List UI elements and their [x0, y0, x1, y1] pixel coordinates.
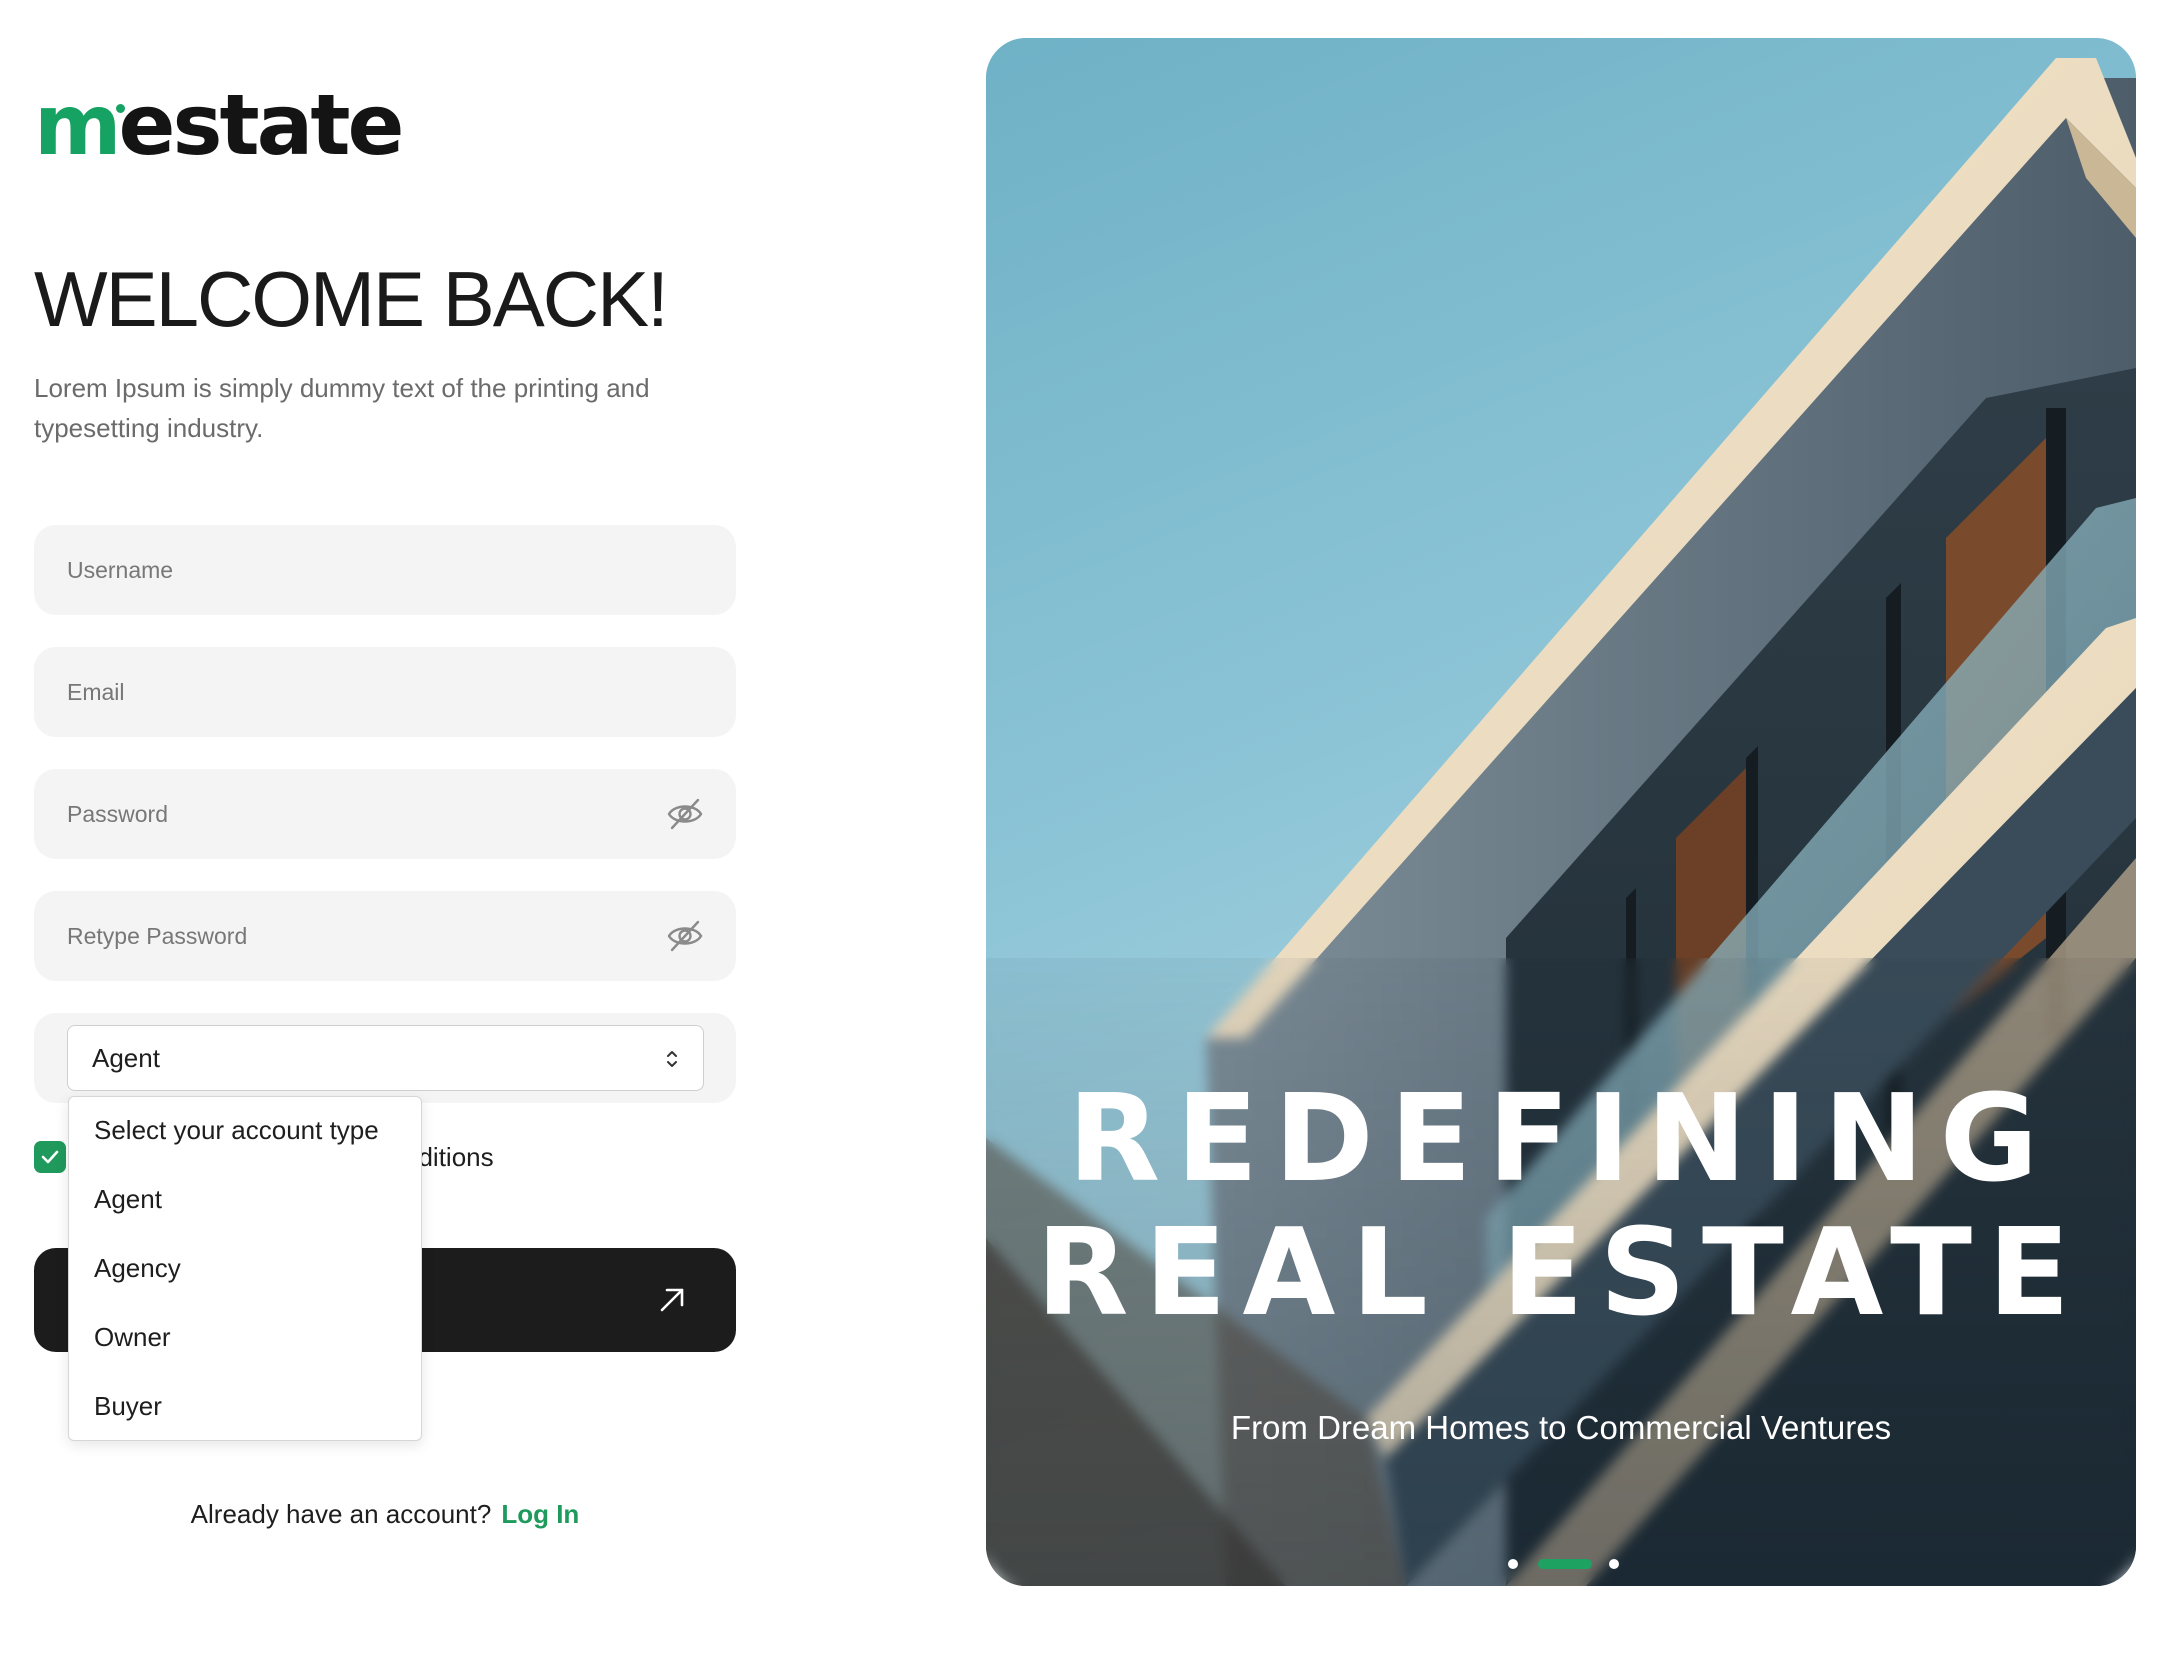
username-field[interactable]: Username — [34, 525, 736, 615]
password-placeholder: Password — [67, 801, 168, 827]
hero-banner: REDEFINING REAL ESTATE From Dream Homes … — [986, 38, 2136, 1586]
eye-off-icon[interactable] — [666, 796, 704, 832]
account-type-value: Agent — [92, 1043, 160, 1073]
hero-title-line-2: REAL ESTATE — [1036, 1204, 2086, 1343]
username-placeholder: Username — [67, 557, 174, 583]
page-title: WELCOME BACK! — [34, 255, 669, 343]
dropdown-option-owner[interactable]: Owner — [94, 1313, 171, 1361]
retype-password-field[interactable]: Retype Password — [34, 891, 736, 981]
logo-dot — [116, 104, 125, 113]
carousel-dot-3[interactable] — [1609, 1559, 1619, 1569]
carousel-dot-1[interactable] — [1508, 1559, 1518, 1569]
hero-title: REDEFINING REAL ESTATE — [986, 1073, 2136, 1341]
carousel-dot-2-active[interactable] — [1538, 1559, 1592, 1569]
dropdown-option-agent[interactable]: Agent — [94, 1175, 162, 1223]
hero-subtitle: From Dream Homes to Commercial Ventures — [1230, 1409, 1892, 1446]
hero-title-line-1: REDEFINING — [1067, 1070, 2055, 1209]
login-prompt-text: Already have an account? — [190, 1499, 492, 1529]
account-type-field: Agent — [34, 1013, 736, 1103]
logo-text: estate — [118, 76, 405, 174]
eye-off-icon[interactable] — [666, 918, 704, 954]
dropdown-option-agency[interactable]: Agency — [94, 1244, 181, 1292]
dropdown-option-buyer[interactable]: Buyer — [94, 1382, 162, 1430]
check-icon — [41, 1150, 59, 1164]
carousel-indicators — [986, 1557, 2136, 1569]
chevron-updown-icon — [667, 1051, 677, 1067]
logo-m: m — [34, 76, 122, 174]
login-prompt: Already have an account? Log In — [34, 1494, 736, 1534]
email-placeholder: Email — [67, 679, 125, 705]
dropdown-option-placeholder[interactable]: Select your account type — [94, 1106, 379, 1154]
login-link[interactable]: Log In — [501, 1499, 579, 1529]
arrow-up-right-icon — [660, 1288, 684, 1312]
password-field[interactable]: Password — [34, 769, 736, 859]
page-subtitle: Lorem Ipsum is simply dummy text of the … — [34, 373, 650, 443]
email-field[interactable]: Email — [34, 647, 736, 737]
account-type-dropdown: Select your account type Agent Agency Ow… — [68, 1096, 422, 1441]
brand-logo[interactable]: mestate — [34, 80, 404, 170]
terms-checkbox[interactable] — [34, 1141, 66, 1173]
retype-password-placeholder: Retype Password — [67, 923, 248, 949]
account-type-select[interactable]: Agent — [67, 1025, 704, 1091]
